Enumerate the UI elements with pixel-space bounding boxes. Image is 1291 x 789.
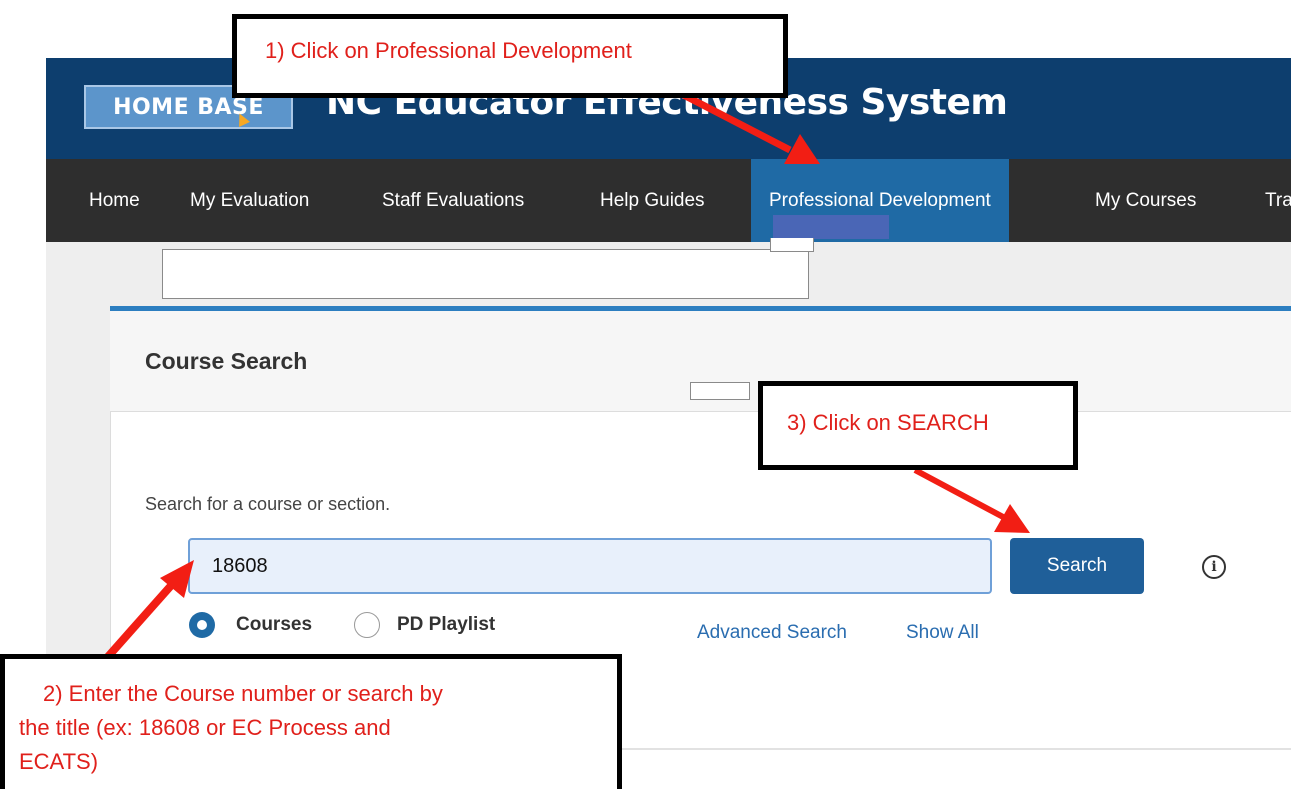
arrow-to-search-button: [913, 467, 1030, 533]
callout-step-2-line: 2) Enter the Course number or search by: [43, 681, 443, 706]
callout-step-2-line: ECATS): [19, 749, 99, 774]
callout-step-2: 2) Enter the Course number or search by …: [0, 654, 622, 789]
callout-step-2-line: the title (ex: 18608 or EC Process and: [19, 715, 391, 740]
arrow-to-professional-development: [668, 84, 820, 164]
arrow-to-search-input: [102, 560, 194, 663]
screenshot-stage: HOME BASE NC Educator Effectiveness Syst…: [0, 0, 1291, 789]
callout-step-3: 3) Click on SEARCH: [758, 381, 1078, 470]
callout-step-1: 1) Click on Professional Development: [232, 14, 788, 98]
